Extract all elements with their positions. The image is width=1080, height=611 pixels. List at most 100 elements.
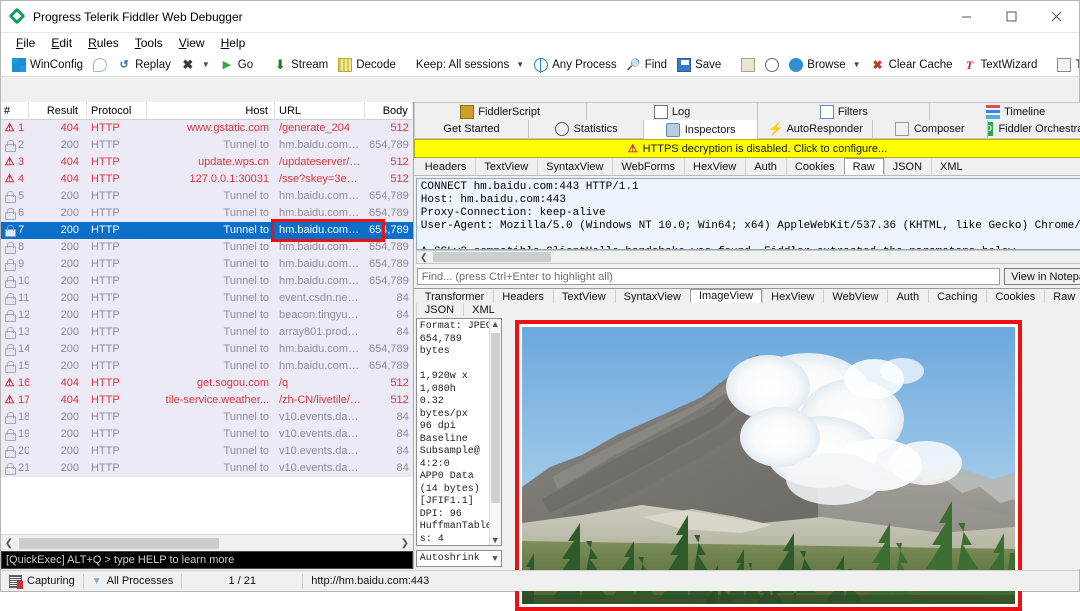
autoshrink-dropdown[interactable]: Autoshrink ▼ xyxy=(416,550,502,567)
scroll-down-icon[interactable]: ▼ xyxy=(491,535,500,545)
stream-button[interactable]: ⬇ Stream xyxy=(268,54,333,76)
table-row[interactable]: 5200HTTPTunnel tohm.baidu.com:443654,789 xyxy=(1,188,413,205)
browse-button[interactable]: Browse ▼ xyxy=(784,54,865,76)
table-row[interactable]: 15200HTTPTunnel tohm.baidu.com:443654,78… xyxy=(1,358,413,375)
tab-raw[interactable]: Raw xyxy=(1044,289,1080,303)
hscroll-thumb[interactable] xyxy=(19,538,219,549)
table-row[interactable]: 11200HTTPTunnel toevent.csdn.net:44384 xyxy=(1,290,413,307)
table-row[interactable]: 18200HTTPTunnel tov10.events.data.micros… xyxy=(1,409,413,426)
tab-cookies[interactable]: Cookies xyxy=(986,289,1044,303)
chevron-down-icon[interactable]: ▼ xyxy=(492,554,497,564)
comment-button[interactable] xyxy=(88,54,112,76)
tab-transformer[interactable]: Transformer xyxy=(416,289,494,303)
table-row[interactable]: ⚠16404HTTPget.sogou.com/q512 xyxy=(1,375,413,392)
find-button[interactable]: 🔎 Find xyxy=(622,54,672,76)
table-row[interactable]: 21200HTTPTunnel tov10.events.data.micros… xyxy=(1,460,413,477)
table-row[interactable]: 20200HTTPTunnel tov10.events.data.micros… xyxy=(1,443,413,460)
menu-rules[interactable]: Rules xyxy=(81,35,126,51)
sessions-list[interactable]: ⚠1404HTTPwww.gstatic.com/generate_204512… xyxy=(1,120,413,534)
process-filter-status[interactable]: ▼ All Processes xyxy=(84,571,182,592)
table-row[interactable]: ⚠1404HTTPwww.gstatic.com/generate_204512 xyxy=(1,120,413,137)
menu-edit[interactable]: Edit xyxy=(44,35,79,51)
tab-fiddler-orchestra[interactable]: FO Fiddler Orchestra Beta xyxy=(987,120,1080,139)
textwizard-button[interactable]: T TextWizard xyxy=(957,54,1042,76)
table-row[interactable]: 19200HTTPTunnel tov10.events.data.micros… xyxy=(1,426,413,443)
menu-view[interactable]: View xyxy=(172,35,212,51)
tab-log[interactable]: Log xyxy=(586,102,759,120)
metadata-vscrollbar[interactable]: ▲ ▼ xyxy=(489,319,501,545)
maximize-icon[interactable] xyxy=(989,1,1034,33)
view-in-notepad-button[interactable]: View in Notepad xyxy=(1004,268,1080,285)
winconfig-button[interactable]: WinConfig xyxy=(7,54,88,76)
remove-button[interactable]: ✖ ▼ xyxy=(176,54,215,76)
tab-caching[interactable]: Caching xyxy=(928,289,986,303)
tab-syntaxview[interactable]: SyntaxView xyxy=(615,289,690,303)
tab-json[interactable]: JSON xyxy=(884,158,931,175)
request-hscrollbar[interactable]: ❮ ❯ xyxy=(416,250,1080,264)
tab-headers[interactable]: Headers xyxy=(493,289,553,303)
tab-textview[interactable]: TextView xyxy=(553,289,615,303)
tab-composer[interactable]: Composer xyxy=(872,120,988,139)
tab-syntaxview[interactable]: SyntaxView xyxy=(537,158,612,175)
tab-imageview[interactable]: ImageView xyxy=(690,289,762,303)
https-warning-banner[interactable]: ⚠ HTTPS decryption is disabled. Click to… xyxy=(414,139,1080,158)
tab-raw[interactable]: Raw xyxy=(844,158,884,175)
scroll-left-icon[interactable]: ❮ xyxy=(1,538,17,549)
tab-auth[interactable]: Auth xyxy=(887,289,928,303)
tab-textview[interactable]: TextView xyxy=(475,158,537,175)
tab-xml[interactable]: XML xyxy=(463,303,504,316)
tab-json[interactable]: JSON xyxy=(416,303,463,316)
tab-fiddlerscript[interactable]: FiddlerScript xyxy=(414,102,587,120)
close-icon[interactable] xyxy=(1034,1,1079,33)
table-row[interactable]: 2200HTTPTunnel tohm.baidu.com:443654,789 xyxy=(1,137,413,154)
column-header-result[interactable]: Result xyxy=(29,102,87,120)
menu-file[interactable]: File xyxy=(9,35,42,51)
column-header-url[interactable]: URL xyxy=(275,102,365,120)
find-input[interactable]: Find... (press Ctrl+Enter to highlight a… xyxy=(417,268,1000,285)
go-button[interactable]: ▶ Go xyxy=(215,54,258,76)
tab-timeline[interactable]: Timeline xyxy=(929,102,1080,120)
tab-autoresponder[interactable]: ⚡ AutoResponder xyxy=(757,120,873,139)
table-row[interactable]: 10200HTTPTunnel tohm.baidu.com:443654,78… xyxy=(1,273,413,290)
menu-help[interactable]: Help xyxy=(214,35,253,51)
any-process-button[interactable]: Any Process xyxy=(529,54,622,76)
column-header-host[interactable]: Host xyxy=(147,102,275,120)
column-header-body[interactable]: Body xyxy=(365,102,413,120)
clear-cache-button[interactable]: ✖ Clear Cache xyxy=(866,54,958,76)
request-tabs[interactable]: HeadersTextViewSyntaxViewWebFormsHexView… xyxy=(414,158,1080,176)
tab-webforms[interactable]: WebForms xyxy=(612,158,684,175)
menu-tools[interactable]: Tools xyxy=(128,35,170,51)
column-header-protocol[interactable]: Protocol xyxy=(87,102,147,120)
tab-hexview[interactable]: HexView xyxy=(762,289,823,303)
table-row[interactable]: 12200HTTPTunnel tobeacon.tingyun.com:443… xyxy=(1,307,413,324)
capturing-status[interactable]: Capturing xyxy=(1,571,83,592)
request-raw-view[interactable]: CONNECT hm.baidu.com:443 HTTP/1.1 Host: … xyxy=(416,178,1080,250)
tab-filters[interactable]: Filters xyxy=(757,102,930,120)
minimize-icon[interactable] xyxy=(944,1,989,33)
tab-statistics[interactable]: Statistics xyxy=(528,120,644,139)
hscroll-thumb[interactable] xyxy=(433,252,551,262)
vscroll-thumb[interactable] xyxy=(491,333,500,503)
table-row[interactable]: 14200HTTPTunnel tohm.baidu.com:443654,78… xyxy=(1,341,413,358)
tab-xml[interactable]: XML xyxy=(931,158,972,175)
table-row[interactable]: 9200HTTPTunnel tohm.baidu.com:443654,789 xyxy=(1,256,413,273)
tab-auth[interactable]: Auth xyxy=(745,158,786,175)
scroll-up-icon[interactable]: ▲ xyxy=(491,319,500,329)
tab-hexview[interactable]: HexView xyxy=(684,158,745,175)
quickexec-box[interactable]: [QuickExec] ALT+Q > type HELP to learn m… xyxy=(1,551,413,569)
table-row[interactable]: 6200HTTPTunnel tohm.baidu.com:443654,789 xyxy=(1,205,413,222)
hscroll-track[interactable] xyxy=(17,537,397,550)
table-row[interactable]: ⚠3404HTTPupdate.wps.cn/updateserver/upda… xyxy=(1,154,413,171)
table-row[interactable]: 13200HTTPTunnel toarray801.prod.do.dsp.m… xyxy=(1,324,413,341)
response-tabs[interactable]: TransformerHeadersTextViewSyntaxViewImag… xyxy=(414,289,1080,316)
tab-cookies[interactable]: Cookies xyxy=(786,158,844,175)
tab-get-started[interactable]: Get Started xyxy=(414,120,530,139)
keep-sessions-dropdown[interactable]: Keep: All sessions ▼ xyxy=(411,54,529,76)
table-row[interactable]: ⚠17404HTTPtile-service.weather.../zh-CN/… xyxy=(1,392,413,409)
sessions-hscrollbar[interactable]: ❮ ❯ xyxy=(1,534,413,551)
scroll-right-icon[interactable]: ❯ xyxy=(397,538,413,549)
save-button[interactable]: Save xyxy=(672,54,726,76)
tab-headers[interactable]: Headers xyxy=(416,158,476,175)
screenshot-button[interactable] xyxy=(736,54,760,76)
decode-button[interactable]: Decode xyxy=(333,54,401,76)
